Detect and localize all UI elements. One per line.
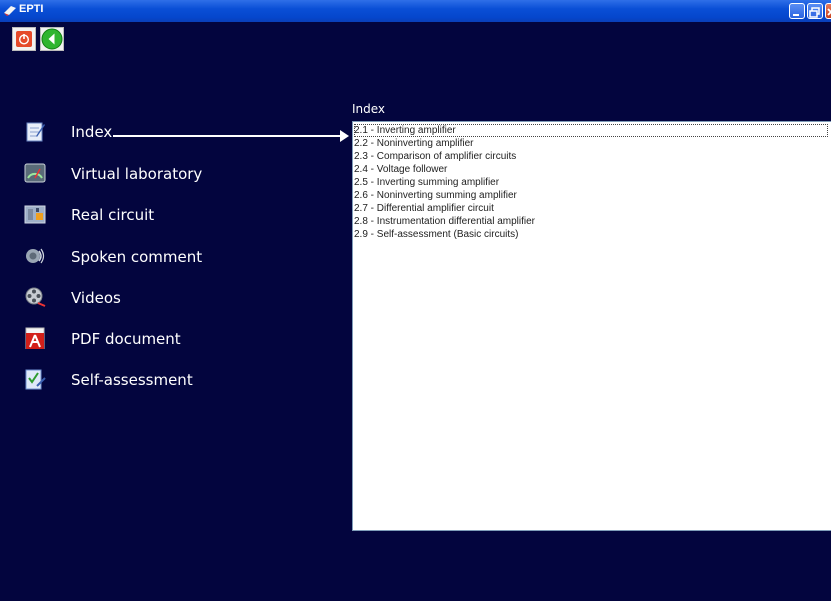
menu-label-videos: Videos [71, 289, 121, 307]
back-arrow-icon [41, 28, 63, 50]
app-icon [4, 6, 16, 16]
menu-item-real-circuit[interactable]: Real circuit [24, 201, 244, 231]
menu-label-self-assessment: Self-assessment [71, 371, 193, 389]
checklist-icon [25, 369, 46, 390]
power-icon [16, 31, 32, 47]
menu-label-index: Index [71, 123, 113, 141]
list-item[interactable]: 2.7 - Differential amplifier circuit [354, 202, 831, 215]
menu-item-index[interactable]: Index [24, 118, 244, 148]
list-item[interactable]: 2.1 - Inverting amplifier [354, 124, 828, 137]
menu-item-pdf-document[interactable]: PDF document [24, 325, 244, 355]
minimize-button[interactable] [789, 3, 805, 19]
speaker-icon [26, 248, 45, 264]
back-button[interactable] [40, 27, 64, 51]
index-panel-title: Index [352, 102, 386, 116]
list-item[interactable]: 2.5 - Inverting summing amplifier [354, 176, 831, 189]
index-list[interactable]: 2.1 - Inverting amplifier 2.2 - Noninver… [352, 121, 831, 531]
minimize-icon [793, 14, 799, 16]
restore-button[interactable] [807, 3, 823, 19]
exit-button[interactable] [12, 27, 36, 51]
menu-label-pdf-document: PDF document [71, 330, 181, 348]
menu-label-virtual-laboratory: Virtual laboratory [71, 165, 203, 183]
menu-label-real-circuit: Real circuit [71, 206, 155, 224]
index-items: 2.1 - Inverting amplifier 2.2 - Noninver… [353, 122, 831, 241]
menu-item-videos[interactable]: Videos [24, 284, 244, 314]
list-item[interactable]: 2.9 - Self-assessment (Basic circuits) [354, 228, 831, 241]
index-connector-line [113, 135, 343, 137]
restore-icon [809, 7, 820, 18]
pdf-icon [25, 327, 45, 349]
title-bar: EPTI [0, 0, 831, 22]
list-item[interactable]: 2.4 - Voltage follower [354, 163, 831, 176]
list-item[interactable]: 2.8 - Instrumentation differential ampli… [354, 215, 831, 228]
circuit-board-icon [24, 205, 46, 224]
arrow-right-icon [340, 130, 349, 142]
list-item[interactable]: 2.3 - Comparison of amplifier circuits [354, 150, 831, 163]
window-title: EPTI [19, 3, 44, 15]
menu-label-spoken-comment: Spoken comment [71, 248, 203, 266]
gauge-icon [24, 163, 46, 183]
close-icon [827, 8, 831, 16]
menu-item-spoken-comment[interactable]: Spoken comment [24, 243, 244, 273]
menu-item-virtual-laboratory[interactable]: Virtual laboratory [24, 160, 244, 190]
menu-item-self-assessment[interactable]: Self-assessment [24, 366, 244, 396]
film-reel-icon [25, 287, 46, 307]
list-item[interactable]: 2.2 - Noninverting amplifier [354, 137, 831, 150]
list-item[interactable]: 2.6 - Noninverting summing amplifier [354, 189, 831, 202]
notepad-icon [26, 122, 45, 142]
close-button[interactable] [825, 3, 831, 19]
